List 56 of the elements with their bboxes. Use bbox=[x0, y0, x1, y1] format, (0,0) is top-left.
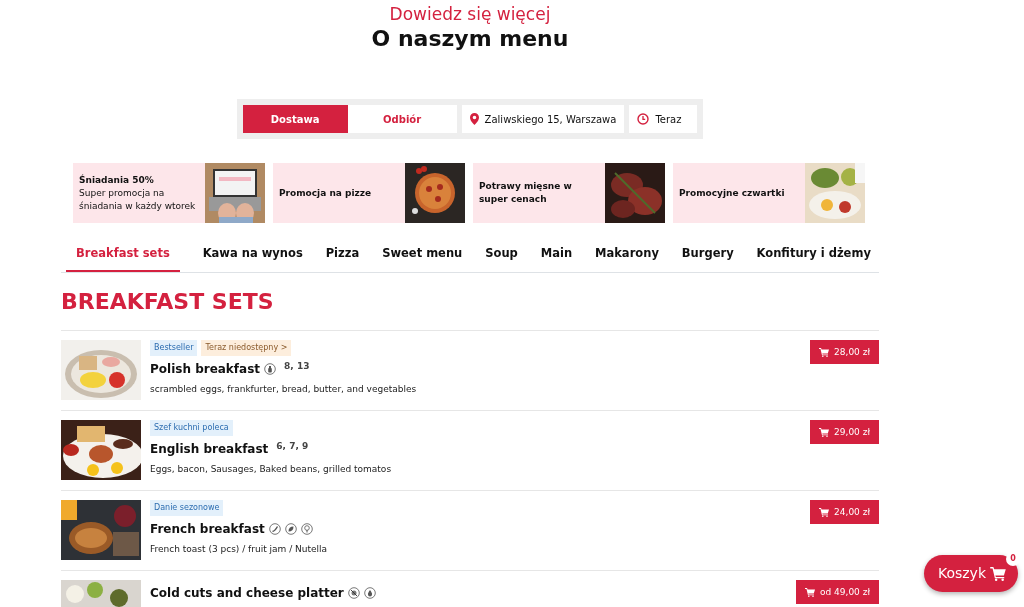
availability-link[interactable]: Teraz niedostępny > bbox=[201, 340, 292, 357]
promo-text: Super promocja na śniadania w każdy wtorek bbox=[79, 186, 197, 213]
cart-icon bbox=[819, 427, 830, 437]
tree-icon bbox=[300, 523, 313, 536]
promo-title: Potrawy mięsne w super cenach bbox=[479, 180, 573, 206]
category-tab[interactable]: Burgery bbox=[681, 239, 734, 273]
promo-card[interactable]: Śniadania 50% Super promocja na śniadania w każdy wtorek bbox=[73, 163, 265, 223]
allergen-numbers: 8, 13 bbox=[284, 360, 310, 374]
promo-card[interactable]: Potrawy mięsne w super cenach bbox=[473, 163, 665, 223]
cart-icon bbox=[990, 566, 1006, 581]
category-heading: BREAKFAST SETS bbox=[61, 288, 275, 317]
dish-description: French toast (3 pcs) / fruit jam / Nutella bbox=[150, 543, 329, 557]
dish-tag: Szef kuchni poleca bbox=[150, 420, 233, 437]
location-pin-icon bbox=[469, 113, 479, 125]
dish-name: Cold cuts and cheese platter bbox=[150, 585, 344, 603]
drop-icon bbox=[363, 587, 376, 600]
category-tab[interactable]: Sweet menu bbox=[382, 239, 463, 273]
dish-tag: Bestseller bbox=[150, 340, 198, 357]
category-tab[interactable]: Pizza bbox=[325, 239, 360, 273]
category-tab[interactable]: Konfitury i dżemy bbox=[756, 239, 871, 273]
promo-card[interactable]: Promocyjne czwartki bbox=[673, 163, 865, 223]
dish-name: English breakfast bbox=[150, 441, 269, 459]
category-tab[interactable]: Breakfast sets bbox=[66, 239, 180, 273]
cart-icon bbox=[819, 507, 830, 517]
delivery-mode-tab[interactable]: Dostawa bbox=[242, 105, 348, 133]
time-field[interactable]: Teraz bbox=[629, 105, 698, 133]
section-subtitle: Dowiedz się więcej bbox=[388, 4, 552, 24]
crossed-circle-icon bbox=[347, 587, 360, 600]
dish-description: Eggs, bacon, Sausages, Baked beans, grilled tomatos bbox=[150, 463, 393, 477]
category-tab[interactable]: Kawa na wynos bbox=[202, 239, 303, 273]
section-title: O naszym menu bbox=[370, 25, 570, 53]
dish-description: scrambled eggs, frankfurter, bread, butter, and vegetables bbox=[150, 383, 418, 397]
add-to-cart-button[interactable]: 24,00 zł bbox=[810, 500, 879, 525]
promo-title: Promocyjne czwartki bbox=[679, 186, 786, 200]
cart-icon bbox=[805, 587, 815, 597]
clock-icon bbox=[637, 113, 650, 125]
promo-title: Promocja na pizze bbox=[279, 186, 373, 200]
bottle-icon bbox=[264, 363, 277, 376]
allergen-numbers: 6, 7, 9 bbox=[276, 440, 309, 454]
category-tab[interactable]: Soup bbox=[485, 239, 518, 273]
cart-button[interactable]: Koszyk 0 bbox=[923, 555, 1018, 592]
add-to-cart-button[interactable]: 29,00 zł bbox=[810, 420, 879, 445]
dish-tag: Danie sezonowe bbox=[150, 500, 224, 517]
category-tab[interactable]: Main bbox=[540, 239, 573, 273]
add-to-cart-button[interactable]: 28,00 zł bbox=[810, 340, 879, 365]
dish-name: Polish breakfast bbox=[150, 361, 261, 379]
chili-icon bbox=[268, 523, 281, 536]
leaf-icon bbox=[284, 523, 297, 536]
address-field[interactable]: Zaliwskiego 15, Warszawa bbox=[461, 105, 625, 133]
add-to-cart-button[interactable]: od 49,00 zł bbox=[796, 580, 879, 605]
category-tab[interactable]: Makarony bbox=[595, 239, 659, 273]
promo-card[interactable]: Promocja na pizze bbox=[273, 163, 465, 223]
dish-name: French breakfast bbox=[150, 521, 265, 539]
cart-icon bbox=[819, 347, 830, 357]
delivery-mode-tab[interactable]: Odbiór bbox=[347, 105, 457, 133]
promo-title: Śniadania 50% bbox=[79, 173, 155, 187]
